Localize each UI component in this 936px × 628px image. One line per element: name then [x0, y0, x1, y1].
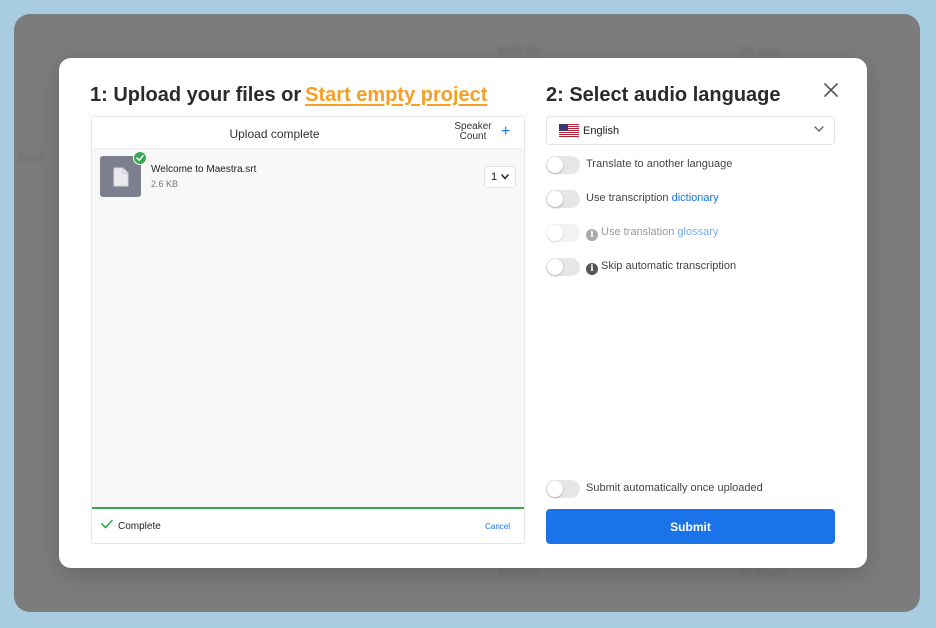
upload-status: Upload complete — [229, 127, 320, 141]
skip-transcription-text: Skip automatic transcription — [601, 260, 737, 272]
selected-language: English — [583, 125, 620, 137]
background-time: 2th ago — [738, 44, 779, 58]
upload-heading-text: 1: Upload your files or — [90, 84, 302, 106]
background-duration-2: 5:05:22 — [498, 566, 539, 580]
audio-language-select[interactable]: English — [546, 116, 835, 145]
upload-complete-label: Complete — [118, 521, 161, 532]
cancel-upload-link[interactable]: Cancel — [485, 522, 510, 531]
translate-label: Translate to another language — [586, 158, 733, 170]
close-icon — [824, 83, 838, 97]
speaker-count-line2: Count — [459, 131, 487, 142]
chevron-down-icon — [814, 126, 824, 132]
start-empty-project-link[interactable]: Start empty project — [305, 84, 487, 106]
info-icon[interactable]: i — [586, 263, 598, 275]
dictionary-link[interactable]: dictionary — [672, 192, 719, 204]
upload-dialog: 1: Upload your files or Start empty proje… — [59, 58, 867, 568]
speaker-count-value: 1 — [490, 171, 498, 183]
dictionary-label: Use transcription dictionary — [586, 192, 719, 204]
speaker-count-select[interactable]: 1 — [484, 166, 516, 188]
upload-success-icon — [133, 151, 147, 165]
submit-button[interactable]: Submit — [546, 509, 835, 544]
background-date: 02-05-20 — [738, 566, 787, 580]
background-label: Boss — [18, 150, 45, 164]
glossary-label: i Use translation glossary — [586, 226, 718, 241]
add-speaker-button[interactable]: + — [501, 123, 510, 141]
glossary-toggle[interactable] — [546, 224, 580, 242]
language-heading: 2: Select audio language — [546, 84, 781, 106]
auto-submit-label: Submit automatically once uploaded — [586, 482, 763, 494]
translate-toggle[interactable] — [546, 156, 580, 174]
dictionary-label-text: Use transcription — [586, 192, 669, 204]
info-icon[interactable]: i — [586, 229, 598, 241]
upload-footer: Complete Cancel — [92, 507, 524, 543]
glossary-label-text: Use translation — [601, 226, 675, 238]
glossary-link[interactable]: glossary — [677, 226, 718, 238]
upload-panel: Upload complete Speaker Count + Welcome … — [91, 116, 525, 544]
file-name: Welcome to Maestra.srt — [151, 164, 257, 175]
skip-transcription-toggle[interactable] — [546, 258, 580, 276]
check-icon — [101, 519, 113, 529]
auto-submit-toggle[interactable] — [546, 480, 580, 498]
upload-heading: 1: Upload your files or Start empty proje… — [90, 84, 487, 107]
speaker-count-header: Speaker Count — [450, 122, 496, 142]
dictionary-toggle[interactable] — [546, 190, 580, 208]
us-flag-icon — [559, 124, 579, 137]
chevron-down-icon — [501, 174, 509, 180]
upload-header: Upload complete Speaker Count + — [92, 117, 524, 149]
skip-transcription-label: i Skip automatic transcription — [586, 260, 736, 275]
background-duration: 5:03:40 — [498, 44, 539, 58]
file-icon — [113, 167, 128, 186]
close-button[interactable] — [819, 78, 843, 102]
file-size: 2.6 KB — [151, 179, 179, 189]
